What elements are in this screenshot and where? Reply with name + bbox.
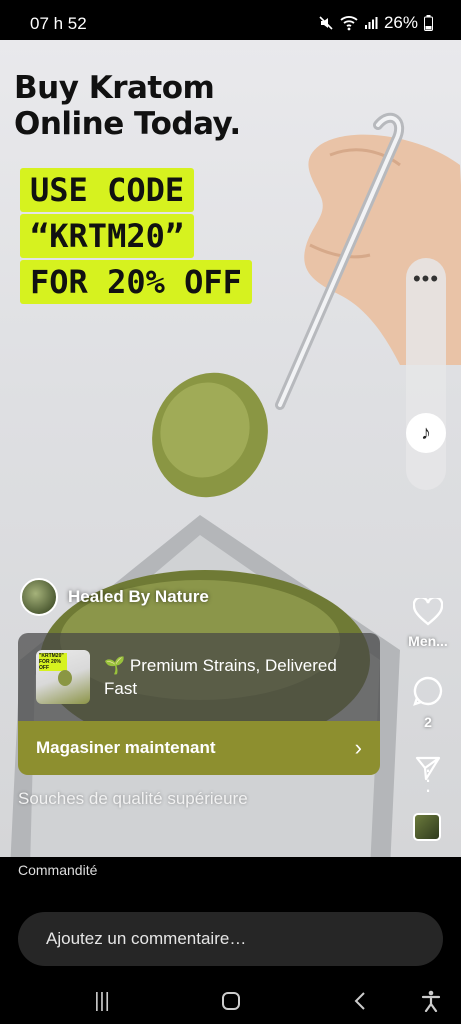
ad-thumbnail: "KRTM20" FOR 20% OFF (36, 650, 90, 704)
ad-card-info[interactable]: "KRTM20" FOR 20% OFF 🌱 Premium Strains, … (18, 633, 380, 721)
ad-card[interactable]: "KRTM20" FOR 20% OFF 🌱 Premium Strains, … (18, 633, 380, 775)
ad-description-line-1: 🌱 Premium Strains, Delivered (104, 656, 337, 675)
shop-now-label: Magasiner maintenant (36, 738, 216, 757)
home-icon[interactable] (211, 986, 251, 1016)
comment-box[interactable] (18, 912, 443, 966)
more-vertical-icon[interactable]: · · · (420, 759, 436, 801)
audio-thumbnail[interactable] (413, 813, 441, 841)
battery-icon (424, 15, 433, 31)
ad-thumbnail-text: "KRTM20" FOR 20% OFF (39, 653, 67, 671)
account-name[interactable]: Healed By Nature (68, 587, 209, 607)
system-nav-bar: ||| (0, 980, 461, 1024)
ad-description-line-2: Fast (104, 679, 138, 698)
wifi-icon (340, 16, 358, 31)
mute-icon (319, 16, 333, 30)
like-label: Men... (408, 633, 448, 649)
like-action[interactable]: Men... (405, 596, 451, 649)
ad-thumbnail-spoon (58, 670, 72, 686)
accessibility-icon[interactable] (411, 986, 451, 1016)
more-options-icon[interactable]: ••• (406, 266, 446, 292)
comment-bubble-icon (413, 676, 443, 706)
back-icon[interactable] (340, 986, 380, 1016)
battery-percent: 26% (383, 13, 418, 32)
recent-apps-icon[interactable]: ||| (82, 986, 122, 1016)
music-button[interactable]: ♪ (406, 413, 446, 453)
status-icons: 26% (318, 13, 433, 33)
account-row[interactable]: Healed By Nature (20, 578, 209, 616)
avatar[interactable] (20, 578, 58, 616)
comment-count: 2 (424, 714, 432, 730)
post-caption[interactable]: Souches de qualité supérieure (18, 789, 248, 809)
comment-action[interactable]: 2 (405, 675, 451, 730)
side-options-panel: ••• (406, 258, 446, 490)
status-bar: 07 h 52 26% (0, 0, 461, 40)
status-time: 07 h 52 (30, 14, 87, 33)
chevron-right-icon: › (354, 735, 362, 760)
music-note-icon: ♪ (421, 421, 431, 444)
shop-now-button[interactable]: Magasiner maintenant › (18, 721, 380, 775)
spoon-illustration (152, 112, 405, 498)
heart-icon (412, 596, 444, 626)
comment-input[interactable] (46, 929, 406, 949)
sponsored-label: Commandité (18, 862, 98, 878)
signal-icon (364, 17, 378, 29)
